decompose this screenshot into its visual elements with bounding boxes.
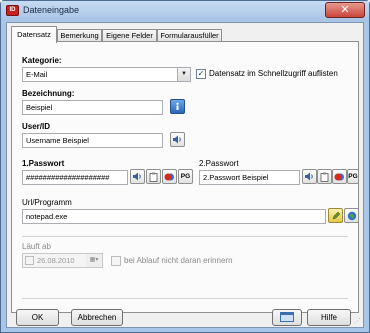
laeuft-ab-date-field: 26.08.2010 ▦▾	[22, 253, 103, 268]
laeuft-ab-checkbox[interactable]	[25, 256, 34, 265]
schnellzugriff-label: Datensatz im Schnellzugriff auflisten	[209, 69, 338, 78]
info-button[interactable]	[170, 99, 185, 114]
ok-label: OK	[31, 313, 44, 322]
close-icon: ✕	[340, 4, 350, 16]
hilfe-button[interactable]: Hilfe	[307, 309, 351, 326]
copy-passwort1-button[interactable]	[146, 169, 161, 184]
divider	[22, 298, 348, 299]
url-input[interactable]: notepad.exe	[22, 209, 326, 224]
kategorie-value: E-Mail	[26, 70, 48, 79]
lock-icon	[334, 173, 344, 180]
speak-user-button[interactable]	[170, 132, 185, 147]
lock-icon	[164, 173, 174, 180]
kategorie-select[interactable]: E-Mail ▼	[22, 67, 191, 82]
clipboard-icon	[149, 172, 158, 182]
browse-url-button[interactable]	[328, 208, 343, 223]
toggle-passwort1-button[interactable]	[162, 169, 177, 184]
user-label: User/ID	[22, 122, 51, 131]
clipboard-icon	[320, 172, 329, 182]
abbrechen-button[interactable]: Abbrechen	[71, 309, 123, 326]
user-input[interactable]: Username Beispiel	[22, 133, 163, 148]
info-icon	[176, 102, 179, 110]
ablauf-label: bei Ablauf nicht daran erinnern	[124, 256, 233, 265]
divider	[22, 236, 348, 237]
passwort2-input[interactable]: 2.Passwort Beispiel	[199, 170, 300, 185]
copy-passwort2-button[interactable]	[317, 169, 332, 184]
tab-datensatz[interactable]: Datensatz	[11, 26, 57, 43]
speak-passwort1-button[interactable]	[130, 169, 145, 184]
pencil-icon	[332, 211, 340, 219]
title-bar[interactable]: ID Dateneingabe ✕	[1, 1, 369, 21]
view-button[interactable]	[272, 309, 302, 326]
passwort1-input[interactable]: ####################	[22, 170, 128, 185]
abbrechen-label: Abbrechen	[77, 313, 117, 322]
laeuft-ab-label: Läuft ab	[22, 242, 51, 251]
dialog-window: ID Dateneingabe ✕ Datensatz Bemerkung Ei…	[0, 0, 370, 333]
passwort2-label: 2.Passwort	[199, 159, 239, 168]
app-icon: ID	[6, 5, 19, 16]
window-title: Dateneingabe	[23, 5, 80, 15]
hilfe-label: Hilfe	[320, 313, 337, 322]
close-button[interactable]: ✕	[325, 2, 365, 18]
calendar-icon[interactable]: ▦▾	[86, 254, 102, 267]
resize-grip-icon[interactable]: ⋰	[354, 318, 362, 326]
generate-passwort2-button[interactable]: PG	[347, 169, 359, 184]
globe-icon	[347, 211, 356, 220]
laeuft-ab-date: 26.08.2010	[37, 256, 75, 265]
bezeichnung-label: Bezeichnung:	[22, 89, 75, 98]
speaker-icon	[133, 172, 141, 181]
kategorie-label: Kategorie:	[22, 56, 62, 65]
toggle-passwort2-button[interactable]	[332, 169, 347, 184]
schnellzugriff-checkbox[interactable]: ✓	[196, 69, 206, 79]
ok-button[interactable]: OK	[16, 309, 59, 326]
speaker-icon	[305, 172, 313, 181]
ablauf-checkbox[interactable]	[111, 256, 121, 266]
chevron-down-icon[interactable]: ▼	[177, 68, 190, 81]
generate-passwort1-button[interactable]: PG	[178, 169, 193, 184]
tab-panel-datensatz: Kategorie: E-Mail ▼ ✓ Datensatz im Schne…	[11, 41, 359, 313]
window-icon	[280, 312, 294, 322]
url-label: Url/Programm	[22, 198, 72, 207]
dialog-client: Datensatz Bemerkung Eigene Felder Formul…	[6, 22, 364, 328]
open-url-button[interactable]	[344, 208, 359, 223]
bezeichnung-input[interactable]: Beispiel	[22, 100, 163, 115]
passwort1-label: 1.Passwort	[22, 159, 65, 168]
speak-passwort2-button[interactable]	[302, 169, 317, 184]
speaker-icon	[173, 135, 181, 144]
